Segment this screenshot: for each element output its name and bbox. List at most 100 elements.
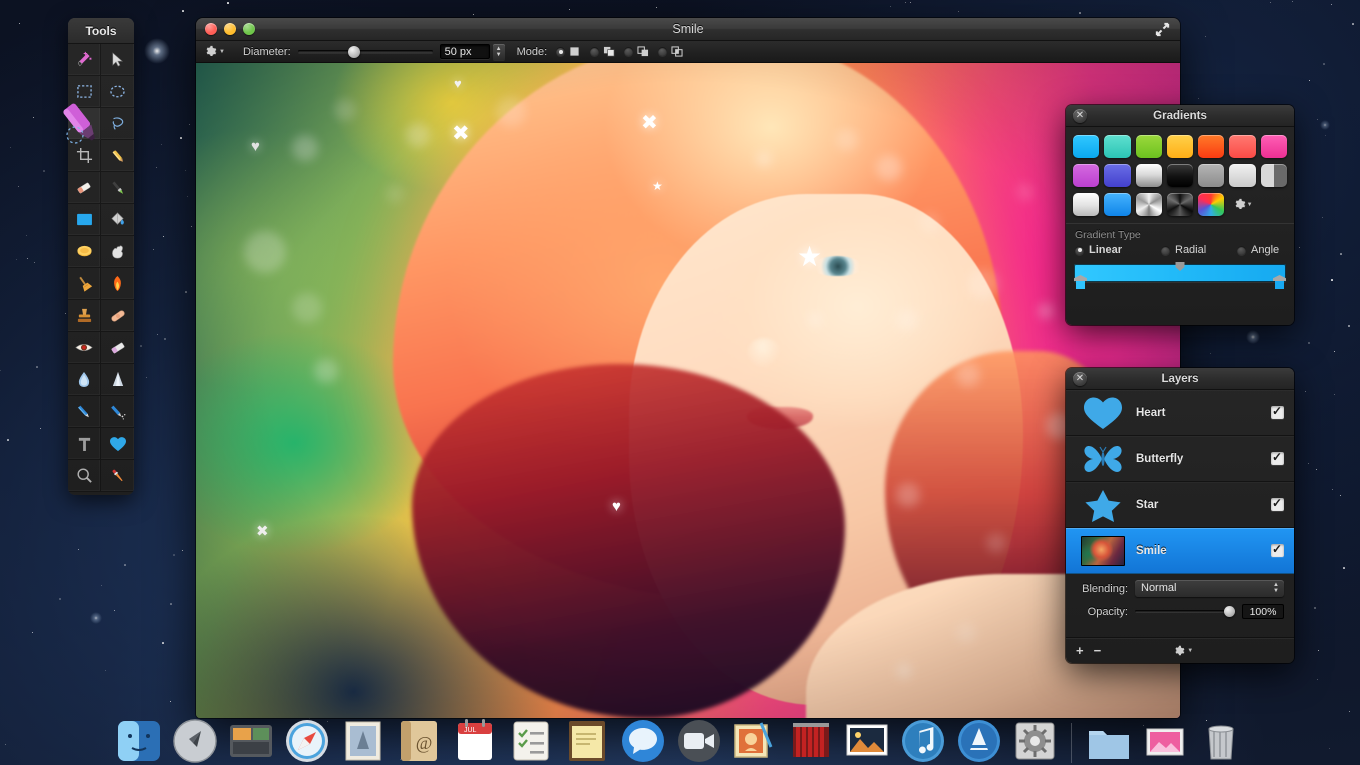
diameter-slider-knob[interactable] [348,45,361,58]
mode-add-selection[interactable] [590,46,620,57]
dock-calendar[interactable]: JUL [451,717,499,765]
editor-window[interactable]: Smile ▼ Diameter: 50 px ▲ ▼ Mode: [196,18,1180,718]
swatch-indigo[interactable] [1104,164,1131,187]
swatch-silver-angle[interactable] [1135,193,1162,216]
sharpen-tool[interactable] [101,364,134,396]
pencil-tool[interactable] [101,140,134,172]
tool-settings-button[interactable]: ▼ [204,45,225,58]
radio-button[interactable] [624,47,634,56]
diameter-stepper[interactable]: ▲ ▼ [492,43,505,60]
mode-new-selection[interactable] [556,46,586,57]
dock[interactable]: @ JUL [0,713,1360,765]
opacity-row[interactable]: Opacity: 100% [1076,604,1284,619]
mode-subtract-selection[interactable] [624,46,654,57]
diameter-input[interactable]: 50 px [439,44,490,59]
layer-star[interactable]: Star [1066,482,1294,528]
clone-stamp-tool[interactable] [68,300,101,332]
swatch-light-gray[interactable] [1229,164,1256,187]
mode-controls[interactable]: Mode: [517,46,689,58]
dock-theater[interactable] [787,717,835,765]
layer-visibility-checkbox[interactable] [1271,450,1284,465]
swatch-pink[interactable] [1260,135,1287,158]
radio-button[interactable] [556,47,566,56]
paint-bucket-tool[interactable] [101,204,134,236]
dock-documents-folder[interactable] [1085,717,1133,765]
tool-option-bar[interactable]: ▼ Diameter: 50 px ▲ ▼ Mode: [196,41,1180,63]
gradients-panel-header[interactable]: ✕ Gradients [1066,105,1294,127]
dock-messages[interactable] [619,717,667,765]
swatch-white-silver[interactable] [1135,164,1162,187]
swatch-blue[interactable] [1104,193,1131,216]
swatch-spectrum[interactable] [1198,193,1225,216]
blur-tool[interactable] [68,364,101,396]
swatch-black-angle[interactable] [1166,193,1194,216]
paintbrush-tool[interactable] [101,172,134,204]
layer-action-buttons[interactable]: + − ▼ [1066,637,1294,663]
layer-smile[interactable]: Smile [1066,528,1294,574]
patch-tool[interactable] [101,300,134,332]
layers-panel[interactable]: ✕ Layers Heart Butterfly Star Smile Blendin… [1066,368,1294,663]
expand-arrows-icon[interactable] [1155,22,1170,37]
elliptical-marquee-tool[interactable] [101,76,134,108]
airbrush-tool[interactable] [101,396,134,428]
dock-system-preferences[interactable] [1011,717,1059,765]
dock-finder[interactable] [115,717,163,765]
text-tool[interactable] [68,428,101,460]
window-titlebar[interactable]: Smile [196,18,1180,41]
gradient-type-options[interactable]: Linear Radial Angle [1066,244,1294,262]
dock-photobooth[interactable] [731,717,779,765]
dock-appstore[interactable] [955,717,1003,765]
dock-downloads-stack[interactable] [1141,717,1189,765]
crop-tool[interactable] [68,140,101,172]
swatch-salmon-red[interactable] [1229,135,1256,158]
dock-iphoto[interactable] [843,717,891,765]
line-tool[interactable] [68,396,101,428]
swatch-split-gray[interactable] [1260,164,1287,187]
radio-button[interactable] [1237,245,1246,255]
close-x-icon[interactable]: ✕ [1073,372,1087,386]
radio-button[interactable] [658,47,668,56]
layer-options-button[interactable]: ▼ [1173,645,1193,657]
gradient-stop-left[interactable] [1074,275,1087,289]
opacity-slider-knob[interactable] [1224,606,1235,617]
radio-button[interactable] [590,47,600,56]
diameter-slider[interactable] [297,45,433,58]
gradient-options-button[interactable]: ▼ [1229,193,1255,216]
rectangular-marquee-tool[interactable] [68,76,101,108]
gradient-stop-right[interactable] [1273,275,1286,289]
layer-visibility-checkbox[interactable] [1271,542,1284,557]
swatch-black[interactable] [1166,164,1194,187]
layers-panel-header[interactable]: ✕ Layers [1066,368,1294,390]
remove-layer-button[interactable]: − [1094,643,1102,658]
gradient-tool[interactable] [68,236,101,268]
opacity-slider[interactable] [1135,606,1235,617]
dock-safari[interactable] [283,717,331,765]
dodge-tool[interactable] [68,268,101,300]
dock-contacts[interactable]: @ [395,717,443,765]
red-eye-tool[interactable] [68,332,101,364]
dock-notes[interactable] [563,717,611,765]
shape-tool[interactable] [101,428,134,460]
dock-mission-control[interactable] [227,717,275,765]
dock-launchpad[interactable] [171,717,219,765]
eraser-tool[interactable] [68,172,101,204]
stepper-down-icon[interactable]: ▼ [496,52,502,58]
dock-itunes[interactable] [899,717,947,765]
image-canvas[interactable]: ✖ ✖ ♥ ♥ ♥ ★ ★ ✖ [196,63,1180,718]
close-x-icon[interactable]: ✕ [1073,109,1087,123]
opacity-value[interactable]: 100% [1242,604,1284,619]
lasso-tool[interactable] [101,108,134,140]
tools-grid[interactable] [68,44,134,492]
blending-row[interactable]: Blending: Normal ▲ ▼ [1076,580,1284,597]
radio-button[interactable] [1075,245,1084,255]
gradient-type-angle[interactable]: Angle [1237,244,1279,256]
blending-select[interactable]: Normal ▲ ▼ [1135,580,1284,597]
dock-mail[interactable] [339,717,387,765]
add-layer-button[interactable]: + [1076,643,1084,658]
stop-color-swatch[interactable] [1275,281,1284,289]
smudge-tool[interactable] [101,236,134,268]
gradients-panel[interactable]: ✕ Gradients ▼ Gradient Type Linear Radial… [1066,105,1294,325]
swatch-teal[interactable] [1104,135,1131,158]
layer-heart[interactable]: Heart [1066,390,1294,436]
swatch-green[interactable] [1135,135,1162,158]
